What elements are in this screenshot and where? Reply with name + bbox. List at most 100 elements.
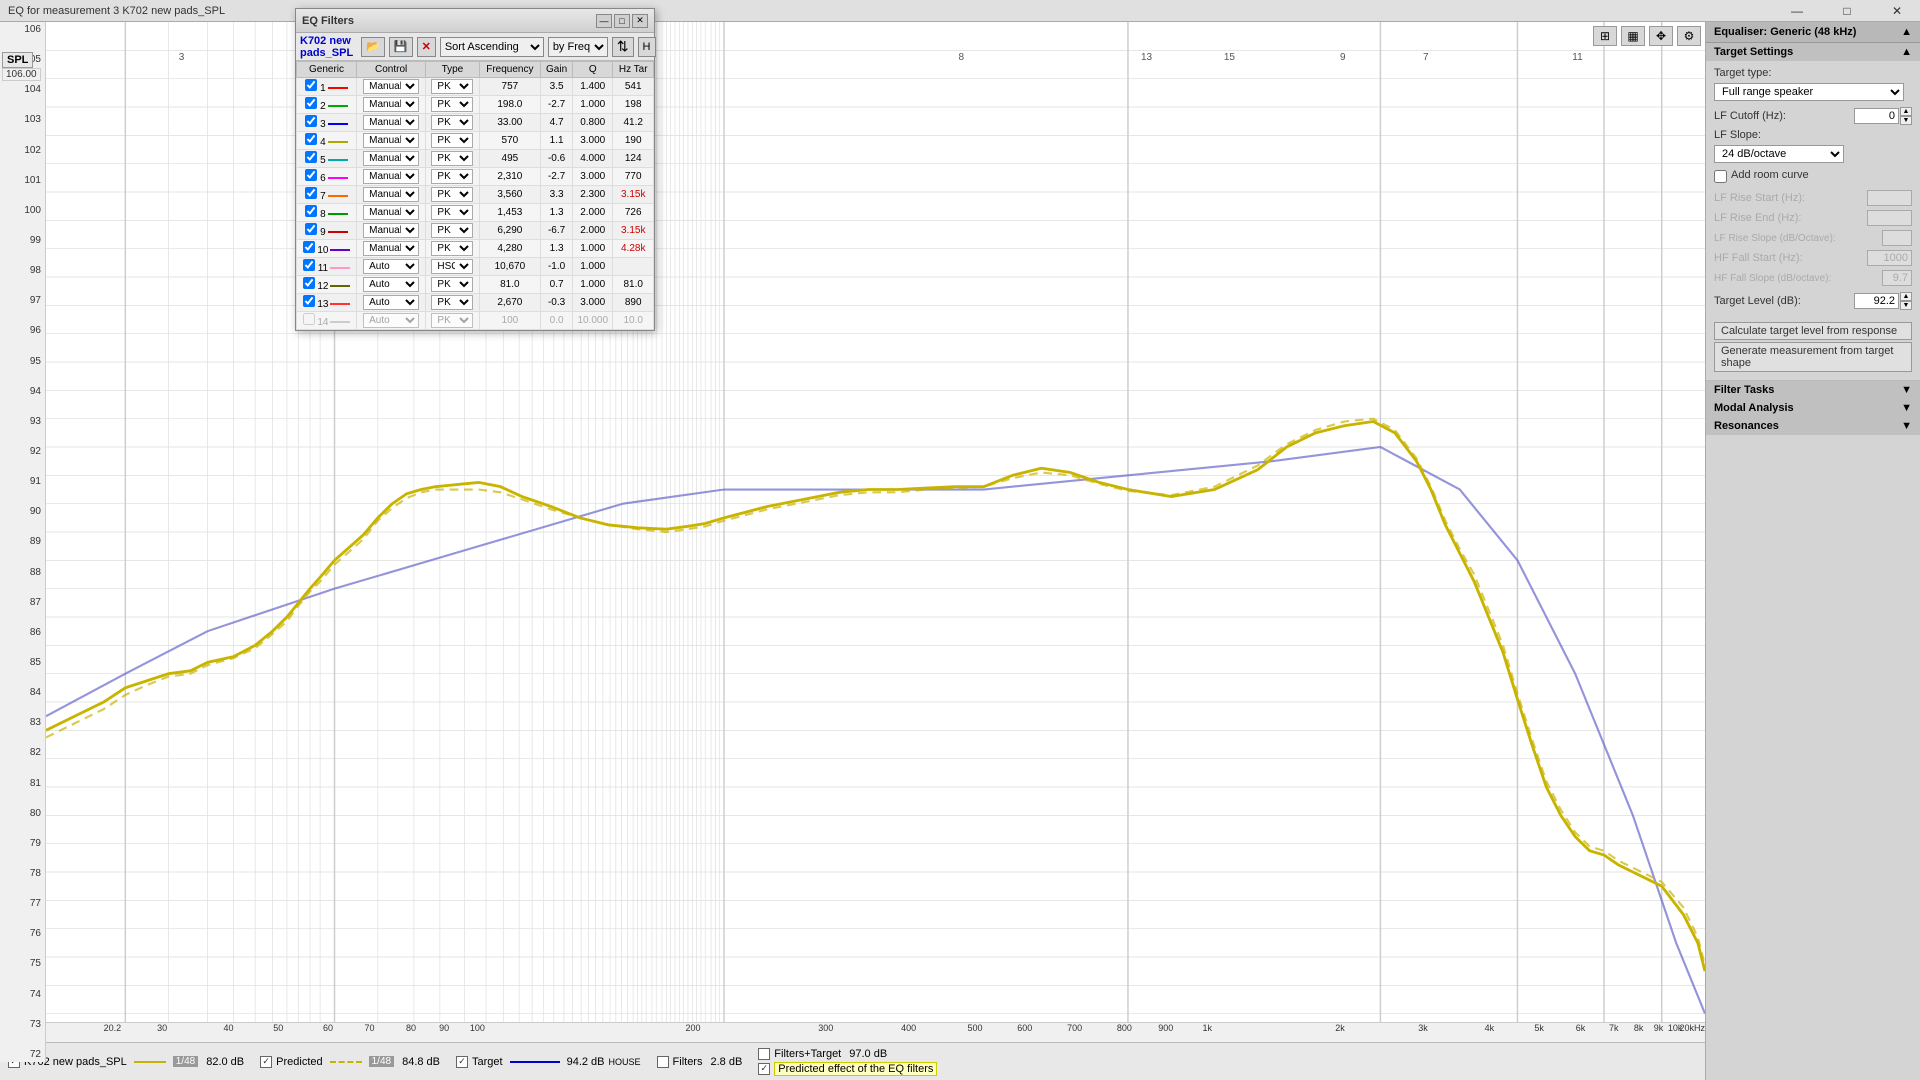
filter-enabled-checkbox[interactable] bbox=[305, 223, 317, 235]
filter-enabled-checkbox[interactable] bbox=[305, 79, 317, 91]
filter-type-select[interactable]: PKHSQLSQLPHPLSHS bbox=[431, 133, 473, 148]
hf-fall-start-input[interactable] bbox=[1867, 250, 1912, 266]
right-panel-collapse-icon[interactable]: ▲ bbox=[1901, 26, 1912, 38]
filter-gain-cell[interactable]: 1.3 bbox=[541, 240, 573, 258]
sort-by-select[interactable]: by Freq by Gain bbox=[548, 37, 608, 57]
filter-control-select[interactable]: ManualAuto bbox=[363, 169, 419, 184]
filter-q-cell[interactable]: 2.000 bbox=[573, 222, 613, 240]
lf-cutoff-down[interactable]: ▼ bbox=[1900, 116, 1912, 125]
sort-icon-btn[interactable]: ⇅ bbox=[612, 37, 634, 57]
filter-enabled-checkbox[interactable] bbox=[305, 169, 317, 181]
filter-gain-cell[interactable]: -0.6 bbox=[541, 150, 573, 168]
filter-q-cell[interactable]: 1.000 bbox=[573, 258, 613, 276]
filter-q-cell[interactable]: 1.000 bbox=[573, 96, 613, 114]
filter-control-select[interactable]: ManualAuto bbox=[363, 97, 419, 112]
target-level-input[interactable] bbox=[1854, 293, 1899, 309]
filter-control-select[interactable]: ManualAuto bbox=[363, 151, 419, 166]
target-type-select[interactable]: Full range speaker bbox=[1714, 83, 1904, 101]
settings-icon-btn[interactable]: ⚙ bbox=[1677, 26, 1701, 46]
eq-filters-open-btn[interactable]: 📂 bbox=[361, 37, 385, 57]
filter-freq-cell[interactable]: 198.0 bbox=[479, 96, 541, 114]
eq-filters-close[interactable]: ✕ bbox=[632, 14, 648, 28]
filter-gain-cell[interactable]: -0.3 bbox=[541, 294, 573, 312]
sort-select[interactable]: Sort Ascending Sort Descending bbox=[440, 37, 544, 57]
move-icon-btn[interactable]: ✥ bbox=[1649, 26, 1673, 46]
filter-control-select[interactable]: ManualAuto bbox=[363, 277, 419, 292]
filter-type-select[interactable]: PKHSQLSQLPHPLSHS bbox=[431, 277, 473, 292]
legend-predicted-effect-checkbox[interactable] bbox=[758, 1063, 770, 1075]
filter-freq-cell[interactable]: 6,290 bbox=[479, 222, 541, 240]
filter-q-cell[interactable]: 4.000 bbox=[573, 150, 613, 168]
add-room-curve-checkbox[interactable] bbox=[1714, 170, 1727, 183]
filter-freq-cell[interactable]: 570 bbox=[479, 132, 541, 150]
filter-control-select[interactable]: ManualAuto bbox=[363, 223, 419, 238]
legend-predicted-checkbox[interactable] bbox=[260, 1056, 272, 1068]
filter-freq-cell[interactable]: 495 bbox=[479, 150, 541, 168]
legend-filters-checkbox[interactable] bbox=[657, 1056, 669, 1068]
filter-freq-cell[interactable]: 4,280 bbox=[479, 240, 541, 258]
filter-type-select[interactable]: PKHSQLSQLPHPLSHS bbox=[431, 259, 473, 274]
filter-type-select[interactable]: PKHSQLSQLPHPLSHS bbox=[431, 205, 473, 220]
legend-filters-target-checkbox[interactable] bbox=[758, 1048, 770, 1060]
filter-type-select[interactable]: PKHSQLSQLPHPLSHS bbox=[431, 223, 473, 238]
gen-meas-btn[interactable]: Generate measurement from target shape bbox=[1714, 342, 1912, 372]
filter-control-select[interactable]: ManualAuto bbox=[363, 133, 419, 148]
filter-freq-cell[interactable]: 33.00 bbox=[479, 114, 541, 132]
filter-q-cell[interactable]: 2.300 bbox=[573, 186, 613, 204]
filter-control-select[interactable]: ManualAuto bbox=[363, 115, 419, 130]
filter-gain-cell[interactable]: 0.7 bbox=[541, 276, 573, 294]
filter-enabled-checkbox[interactable] bbox=[303, 277, 315, 289]
modal-analysis-collapse-icon[interactable]: ▼ bbox=[1901, 402, 1912, 414]
filter-enabled-checkbox[interactable] bbox=[303, 241, 315, 253]
filter-q-cell[interactable]: 10.000 bbox=[573, 312, 613, 330]
filter-type-select[interactable]: PKHSQLSQLPHPLSHS bbox=[431, 151, 473, 166]
filter-enabled-checkbox[interactable] bbox=[305, 133, 317, 145]
filter-q-cell[interactable]: 2.000 bbox=[573, 204, 613, 222]
filter-enabled-checkbox[interactable] bbox=[305, 97, 317, 109]
filter-type-select[interactable]: PKHSQLSQLPHPLSHS bbox=[431, 313, 473, 328]
filter-control-select[interactable]: ManualAuto bbox=[363, 79, 419, 94]
filter-freq-cell[interactable]: 3,560 bbox=[479, 186, 541, 204]
resonances-collapse-icon[interactable]: ▼ bbox=[1901, 420, 1912, 432]
filter-gain-cell[interactable]: 3.3 bbox=[541, 186, 573, 204]
filter-q-cell[interactable]: 0.800 bbox=[573, 114, 613, 132]
filter-freq-cell[interactable]: 100 bbox=[479, 312, 541, 330]
target-settings-header[interactable]: Target Settings ▲ bbox=[1706, 43, 1920, 61]
lf-rise-slope-input[interactable] bbox=[1882, 230, 1912, 246]
eq-filters-save-btn[interactable]: 💾 bbox=[389, 37, 413, 57]
modal-analysis-header[interactable]: Modal Analysis ▼ bbox=[1706, 399, 1920, 417]
close-button[interactable]: ✕ bbox=[1874, 0, 1920, 22]
filter-freq-cell[interactable]: 1,453 bbox=[479, 204, 541, 222]
filter-tasks-header[interactable]: Filter Tasks ▼ bbox=[1706, 381, 1920, 399]
filter-freq-cell[interactable]: 10,670 bbox=[479, 258, 541, 276]
eq-filters-delete-btn[interactable]: ✕ bbox=[417, 37, 436, 57]
maximize-button[interactable]: □ bbox=[1824, 0, 1870, 22]
filter-freq-cell[interactable]: 81.0 bbox=[479, 276, 541, 294]
filter-enabled-checkbox[interactable] bbox=[305, 205, 317, 217]
filter-gain-cell[interactable]: -6.7 bbox=[541, 222, 573, 240]
filter-enabled-checkbox[interactable] bbox=[303, 259, 315, 271]
filter-type-select[interactable]: PKHSQLSQLPHPLSHS bbox=[431, 79, 473, 94]
filter-control-select[interactable]: ManualAuto bbox=[363, 205, 419, 220]
target-level-down[interactable]: ▼ bbox=[1900, 301, 1912, 310]
filter-control-select[interactable]: ManualAuto bbox=[363, 187, 419, 202]
filter-tasks-collapse-icon[interactable]: ▼ bbox=[1901, 384, 1912, 396]
filter-control-select[interactable]: ManualAuto bbox=[363, 313, 419, 328]
filter-enabled-checkbox[interactable] bbox=[305, 187, 317, 199]
eq-filters-maximize[interactable]: □ bbox=[614, 14, 630, 28]
lf-cutoff-input[interactable] bbox=[1854, 108, 1899, 124]
help-btn[interactable]: H bbox=[638, 37, 656, 57]
filter-gain-cell[interactable]: 1.1 bbox=[541, 132, 573, 150]
filter-type-select[interactable]: PKHSQLSQLPHPLSHS bbox=[431, 241, 473, 256]
filter-q-cell[interactable]: 1.400 bbox=[573, 78, 613, 96]
filter-gain-cell[interactable]: 4.7 bbox=[541, 114, 573, 132]
filter-q-cell[interactable]: 3.000 bbox=[573, 294, 613, 312]
filter-type-select[interactable]: PKHSQLSQLPHPLSHS bbox=[431, 115, 473, 130]
filter-gain-cell[interactable]: -2.7 bbox=[541, 168, 573, 186]
target-level-up[interactable]: ▲ bbox=[1900, 292, 1912, 301]
filter-control-select[interactable]: ManualAuto bbox=[363, 259, 419, 274]
grid-icon-btn[interactable]: ⊞ bbox=[1593, 26, 1617, 46]
filter-q-cell[interactable]: 1.000 bbox=[573, 240, 613, 258]
filter-gain-cell[interactable]: 1.3 bbox=[541, 204, 573, 222]
filter-gain-cell[interactable]: -2.7 bbox=[541, 96, 573, 114]
